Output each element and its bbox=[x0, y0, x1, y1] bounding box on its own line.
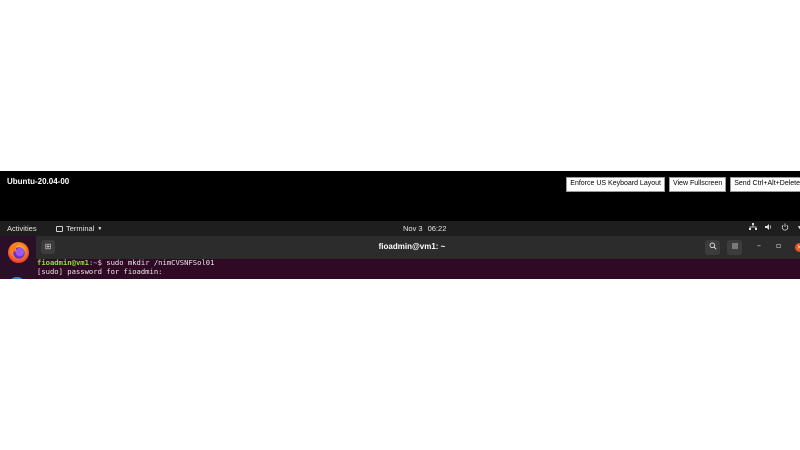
system-tray[interactable]: ▼ bbox=[749, 223, 800, 233]
search-button[interactable] bbox=[705, 240, 720, 255]
terminal-line: [sudo] password for fioadmin: bbox=[37, 266, 163, 276]
clock[interactable]: Nov 3 06:22 bbox=[403, 224, 446, 233]
command-text: $ sudo mkdir /nimCVSNFSol01 bbox=[97, 258, 215, 267]
vm-title: Ubuntu-20.04-00 bbox=[7, 177, 70, 186]
gnome-top-bar: Activities Terminal ▼ Nov 3 06:22 ▼ bbox=[0, 221, 800, 236]
close-button[interactable]: ✕ bbox=[795, 243, 800, 252]
power-icon bbox=[781, 223, 789, 233]
terminal-headerbar: ⊞ fioadmin@vm1: ~ – ▫ ✕ bbox=[36, 236, 800, 259]
vm-button-group: Enforce US Keyboard Layout View Fullscre… bbox=[566, 177, 800, 192]
terminal-output[interactable]: fioadmin@vm1:~$ sudo mkdir /nimCVSNFSol0… bbox=[36, 258, 800, 279]
prompt-path: :~ bbox=[88, 258, 98, 267]
menu-button[interactable] bbox=[727, 240, 742, 255]
vm-toolbar: Ubuntu-20.04-00 Enforce US Keyboard Layo… bbox=[0, 171, 800, 221]
files-icon[interactable] bbox=[10, 277, 24, 279]
firefox-icon[interactable] bbox=[7, 241, 30, 264]
vm-console: Ubuntu-20.04-00 Enforce US Keyboard Layo… bbox=[0, 171, 800, 279]
prompt-user: fioadmin@vm1 bbox=[37, 258, 89, 267]
app-menu-label: Terminal bbox=[66, 224, 95, 233]
terminal-icon bbox=[56, 225, 63, 232]
sound-icon bbox=[765, 223, 773, 233]
dock bbox=[0, 236, 36, 279]
send-ctrl-alt-delete-button[interactable]: Send Ctrl+Alt+Delete bbox=[730, 177, 800, 192]
enforce-keyboard-button[interactable]: Enforce US Keyboard Layout bbox=[566, 177, 665, 192]
clock-date: Nov 3 bbox=[403, 224, 423, 233]
clock-time: 06:22 bbox=[427, 224, 447, 233]
maximize-button[interactable]: ▫ bbox=[776, 241, 781, 250]
minimize-button[interactable]: – bbox=[757, 241, 761, 250]
search-icon bbox=[709, 242, 717, 250]
terminal-title: fioadmin@vm1: ~ bbox=[378, 242, 446, 251]
hamburger-icon bbox=[731, 243, 738, 249]
app-menu-terminal[interactable]: Terminal ▼ bbox=[56, 224, 102, 233]
view-fullscreen-button[interactable]: View Fullscreen bbox=[668, 177, 727, 192]
network-icon bbox=[749, 223, 758, 233]
chevron-down-icon: ▼ bbox=[97, 225, 103, 232]
activities-button[interactable]: Activities bbox=[7, 224, 37, 233]
